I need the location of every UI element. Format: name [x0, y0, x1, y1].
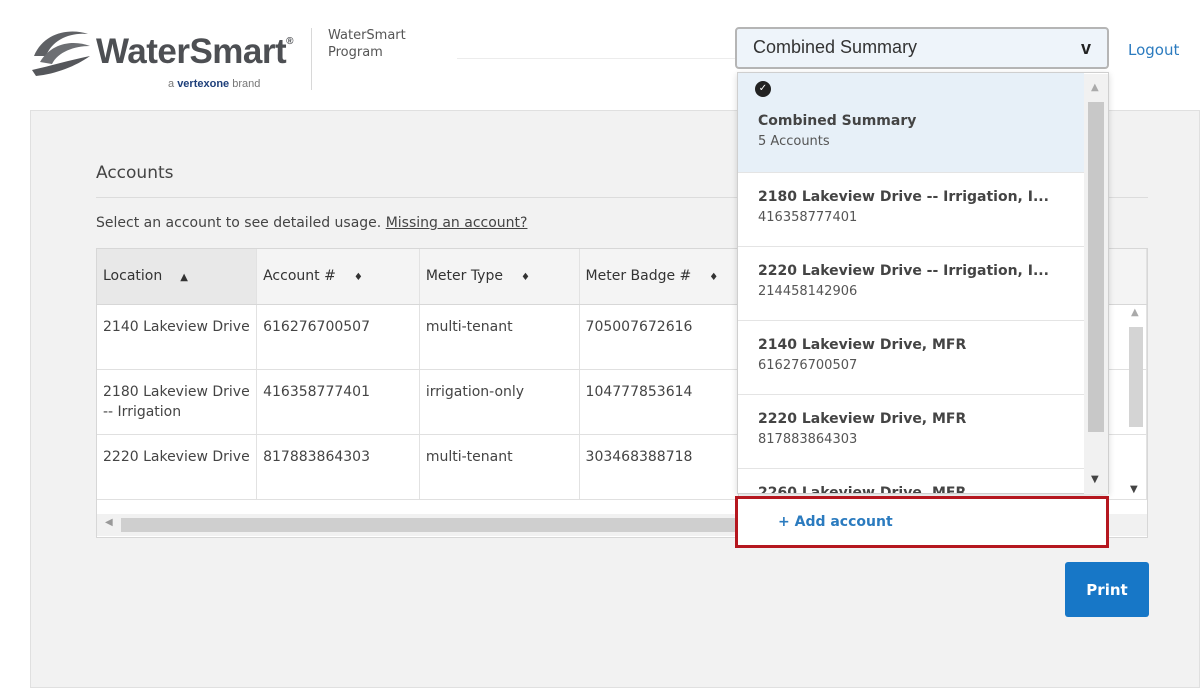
dropdown-item[interactable]: 2140 Lakeview Drive, MFR 616276700507 — [738, 321, 1084, 395]
dropdown-item-subtitle: 817883864303 — [758, 432, 858, 447]
cell-location: 2180 Lakeview Drive -- Irrigation — [97, 369, 258, 435]
header-divider — [311, 28, 312, 90]
dropdown-scrollbar[interactable]: ▲ ▼ — [1084, 74, 1108, 494]
column-header-account[interactable]: Account # ♦ — [256, 249, 420, 305]
cell-badge: 104777853614 — [579, 369, 740, 435]
scroll-down-arrow-icon[interactable]: ▼ — [1091, 474, 1099, 485]
sort-icon: ♦ — [709, 272, 719, 284]
dropdown-item-title: 2140 Lakeview Drive, MFR — [758, 337, 967, 353]
add-account-button[interactable]: + Add account — [735, 496, 1109, 548]
header-rule — [457, 58, 737, 59]
scrollbar-thumb[interactable] — [1129, 327, 1143, 427]
dropdown-item[interactable]: 2220 Lakeview Drive, MFR 817883864303 — [738, 395, 1084, 469]
cell-account: 817883864303 — [256, 434, 420, 500]
dropdown-item[interactable]: 2220 Lakeview Drive -- Irrigation, I... … — [738, 247, 1084, 321]
dropdown-item-title: Combined Summary — [758, 113, 917, 129]
logo-wordmark: WaterSmart® — [96, 32, 294, 71]
table-vertical-scrollbar[interactable]: ▲ ▼ — [1125, 301, 1147, 501]
scroll-left-arrow-icon[interactable]: ◀ — [105, 517, 113, 528]
print-button[interactable]: Print — [1065, 562, 1149, 617]
sort-ascending-icon: ▲ — [180, 272, 188, 284]
scroll-up-arrow-icon[interactable]: ▲ — [1091, 82, 1099, 93]
dropdown-item-subtitle: 616276700507 — [758, 358, 858, 373]
dropdown-item-title: 2260 Lakeview Drive, MFR — [758, 485, 967, 494]
column-header-location[interactable]: Location ▲ — [97, 249, 258, 305]
cell-badge: 705007672616 — [579, 304, 740, 370]
checkmark-icon: ✓ — [755, 81, 771, 97]
accounts-title: Accounts — [96, 163, 174, 183]
sort-icon: ♦ — [353, 272, 363, 284]
cell-account: 616276700507 — [256, 304, 420, 370]
watersmart-wave-icon — [32, 31, 90, 76]
cell-location: 2140 Lakeview Drive — [97, 304, 258, 370]
dropdown-item-title: 2180 Lakeview Drive -- Irrigation, I... — [758, 189, 1049, 205]
logout-link[interactable]: Logout — [1128, 41, 1179, 59]
cell-badge: 303468388718 — [579, 434, 740, 500]
account-dropdown-menu: ✓ Combined Summary 5 Accounts 2180 Lakev… — [737, 72, 1109, 494]
accounts-description: Select an account to see detailed usage.… — [96, 215, 528, 231]
dropdown-item[interactable]: 2180 Lakeview Drive -- Irrigation, I... … — [738, 173, 1084, 247]
column-header-meter-badge[interactable]: Meter Badge # ♦ — [579, 249, 740, 305]
scroll-up-arrow-icon[interactable]: ▲ — [1131, 307, 1139, 318]
program-name: WaterSmart Program — [328, 28, 406, 60]
dropdown-item-subtitle: 5 Accounts — [758, 134, 830, 149]
sort-icon: ♦ — [520, 272, 530, 284]
dropdown-item-combined-summary[interactable]: ✓ Combined Summary 5 Accounts — [738, 73, 1084, 173]
cell-meter-type: multi-tenant — [419, 434, 580, 500]
scrollbar-thumb[interactable] — [1088, 102, 1104, 432]
account-selector[interactable]: Combined Summary v — [735, 27, 1109, 69]
cell-location: 2220 Lakeview Drive — [97, 434, 258, 500]
dropdown-item-title: 2220 Lakeview Drive, MFR — [758, 411, 967, 427]
account-selector-value: Combined Summary — [753, 37, 918, 57]
dropdown-item-title: 2220 Lakeview Drive -- Irrigation, I... — [758, 263, 1049, 279]
cell-account: 416358777401 — [256, 369, 420, 435]
scroll-down-arrow-icon[interactable]: ▼ — [1130, 484, 1138, 495]
logo-tagline: a vertexone brand — [168, 78, 261, 90]
column-header-meter-type[interactable]: Meter Type ♦ — [419, 249, 580, 305]
dropdown-item-subtitle: 416358777401 — [758, 210, 858, 225]
scrollbar-thumb[interactable] — [121, 518, 741, 532]
cell-meter-type: multi-tenant — [419, 304, 580, 370]
cell-meter-type: irrigation-only — [419, 369, 580, 435]
dropdown-item-subtitle: 214458142906 — [758, 284, 858, 299]
watersmart-logo[interactable]: WaterSmart® a vertexone brand — [30, 26, 310, 96]
chevron-down-icon: v — [1080, 38, 1091, 58]
missing-account-link[interactable]: Missing an account? — [386, 215, 528, 231]
dropdown-item[interactable]: 2260 Lakeview Drive, MFR — [738, 469, 1084, 494]
add-account-label: + Add account — [778, 514, 893, 530]
